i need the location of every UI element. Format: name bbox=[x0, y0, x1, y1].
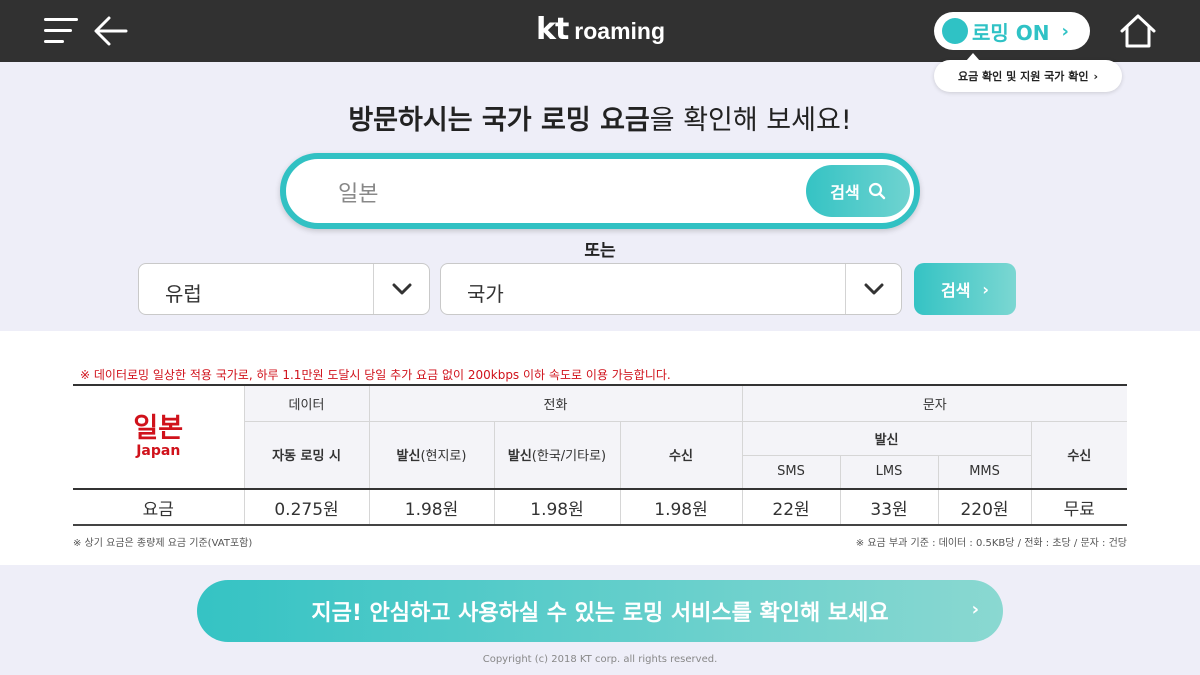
rate-msg-incoming: 무료 bbox=[1030, 488, 1128, 526]
rate-call-intl: 1.98원 bbox=[493, 488, 621, 526]
header-auto-roaming: 자동 로밍 시 bbox=[244, 420, 370, 490]
rate-call-local: 1.98원 bbox=[368, 488, 495, 526]
cta-label: 지금! 안심하고 사용하실 수 있는 로밍 서비스를 확인해 보세요 bbox=[311, 601, 889, 626]
country-name-kr: 일본 bbox=[133, 413, 184, 444]
search-button[interactable]: 검색 bbox=[806, 165, 910, 217]
select-search-label: 검색 bbox=[940, 281, 971, 300]
country-select-value: 국가 bbox=[467, 282, 504, 306]
header-lms: LMS bbox=[839, 454, 939, 490]
rate-sms: 22원 bbox=[741, 488, 841, 526]
row-label: 요금 bbox=[73, 488, 245, 526]
logo-text: roaming bbox=[574, 18, 666, 44]
header-data: 데이터 bbox=[243, 384, 370, 422]
roaming-toggle-label: 로밍 ON bbox=[972, 20, 1050, 45]
copyright-text: Copyright (c) 2018 KT corp. all rights r… bbox=[482, 654, 718, 665]
logo-kt: kt bbox=[536, 12, 569, 47]
country-cell: 일본 Japan bbox=[73, 384, 245, 490]
kt-roaming-logo[interactable]: kt roaming bbox=[536, 12, 665, 47]
arrow-left-icon[interactable] bbox=[92, 12, 130, 50]
rate-mms: 220원 bbox=[937, 488, 1032, 526]
data-cap-notice: ※ 데이터로밍 일상한 적용 국가로, 하루 1.1만원 도달시 당일 추가 요… bbox=[80, 368, 671, 382]
header-message: 문자 bbox=[741, 384, 1128, 422]
rate-check-tooltip[interactable]: 요금 확인 및 지원 국가 확인 › bbox=[934, 53, 1122, 92]
country-search-input[interactable] bbox=[338, 177, 758, 207]
search-icon bbox=[868, 182, 885, 200]
header-outgoing-local-bold: 발신 bbox=[396, 449, 421, 465]
headline-rest: 을 확인해 보세요! bbox=[649, 105, 852, 136]
header-outgoing-intl-rest: (한국/기타로) bbox=[531, 449, 607, 465]
toggle-dot-icon bbox=[942, 18, 968, 44]
header-outgoing-intl-bold: 발신 bbox=[507, 449, 532, 465]
headline-bold: 방문하시는 국가 로밍 요금 bbox=[348, 105, 650, 136]
region-select-value: 유럽 bbox=[165, 282, 202, 306]
chevron-right-icon: › bbox=[1093, 69, 1098, 83]
select-search-button[interactable]: 검색 › bbox=[914, 263, 1016, 315]
roaming-service-cta-button[interactable]: 지금! 안심하고 사용하실 수 있는 로밍 서비스를 확인해 보세요 › bbox=[197, 580, 1003, 642]
chevron-down-icon bbox=[845, 264, 901, 314]
header-outgoing-intl: 발신(한국/기타로) bbox=[493, 420, 621, 490]
country-name-en: Japan bbox=[136, 443, 181, 459]
tooltip-label: 요금 확인 및 지원 국가 확인 bbox=[957, 70, 1089, 83]
home-icon[interactable] bbox=[1118, 12, 1158, 50]
header-outgoing-local-rest: (현지로) bbox=[420, 449, 467, 465]
rate-panel: ※ 데이터로밍 일상한 적용 국가로, 하루 1.1만원 도달시 당일 추가 요… bbox=[0, 331, 1200, 565]
chevron-right-icon: › bbox=[1061, 20, 1069, 42]
chevron-right-icon: › bbox=[982, 279, 990, 299]
header-sms: SMS bbox=[742, 454, 841, 490]
or-label: 또는 bbox=[584, 241, 616, 261]
table-row: 요금 0.275원 1.98원 1.98원 1.98원 22원 33원 220원… bbox=[73, 488, 1128, 526]
header-outgoing-local: 발신(현지로) bbox=[368, 420, 495, 490]
country-select[interactable]: 국가 bbox=[440, 263, 902, 315]
region-select[interactable]: 유럽 bbox=[138, 263, 430, 315]
chevron-right-icon: › bbox=[971, 599, 979, 620]
country-search-box: 검색 bbox=[280, 153, 920, 229]
roaming-on-toggle[interactable]: 로밍 ON › bbox=[934, 12, 1090, 50]
rate-call-incoming: 1.98원 bbox=[619, 488, 743, 526]
footnote-billing: ※ 요금 부과 기준 : 데이터 : 0.5KB당 / 전화 : 초당 / 문자… bbox=[855, 538, 1127, 549]
header-mms: MMS bbox=[937, 454, 1032, 490]
header-call: 전화 bbox=[368, 384, 743, 422]
header-call-incoming: 수신 bbox=[619, 420, 743, 490]
header-msg-incoming: 수신 bbox=[1030, 420, 1128, 490]
chevron-down-icon bbox=[373, 264, 429, 314]
footnote-vat: ※ 상기 요금은 종량제 요금 기준(VAT포함) bbox=[73, 538, 253, 549]
rate-lms: 33원 bbox=[839, 488, 939, 526]
header-msg-outgoing: 발신 bbox=[741, 420, 1032, 456]
header-bar: kt roaming 로밍 ON › bbox=[0, 0, 1200, 62]
search-button-label: 검색 bbox=[830, 183, 860, 202]
hamburger-menu-icon[interactable] bbox=[44, 18, 80, 44]
page-headline: 방문하시는 국가 로밍 요금을 확인해 보세요! bbox=[0, 98, 1200, 137]
rate-data: 0.275원 bbox=[243, 488, 370, 526]
rate-table: 일본 Japan 데이터 전화 문자 자동 로밍 시 발신(현지로) 발신(한국… bbox=[73, 384, 1128, 526]
